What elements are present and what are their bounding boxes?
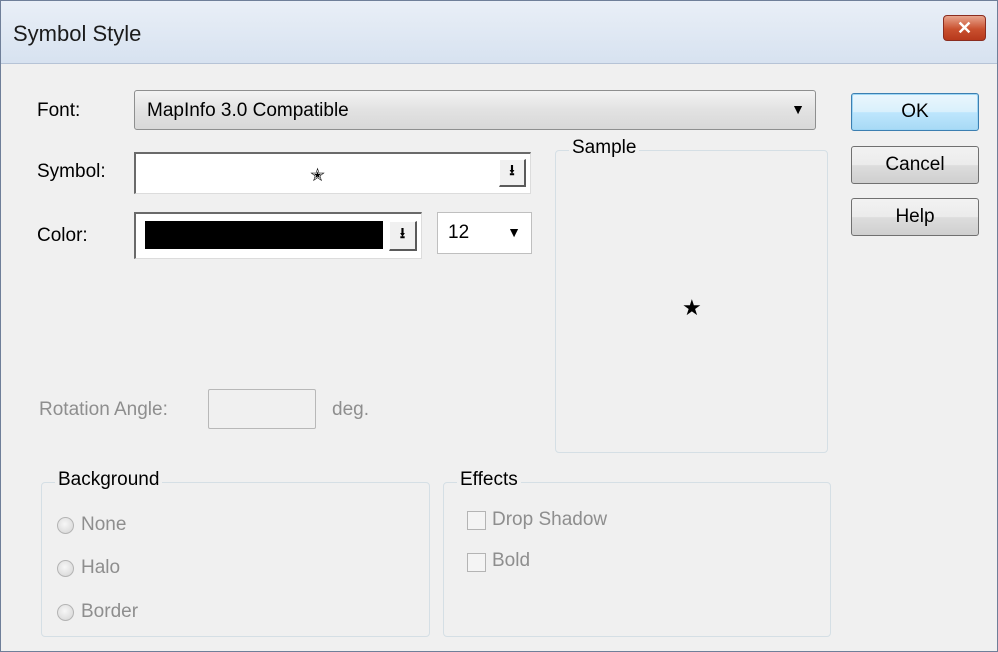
background-border-radio[interactable] [57,604,74,621]
background-halo-label: Halo [81,557,121,578]
bold-label: Bold [492,550,531,571]
cancel-button[interactable]: Cancel [851,146,979,184]
effects-group-title: Effects [457,469,521,491]
drop-shadow-checkbox[interactable] [467,511,486,530]
background-halo-radio[interactable] [57,560,74,577]
font-dropdown-value: MapInfo 3.0 Compatible [147,100,349,121]
rotation-angle-input[interactable] [208,389,316,429]
symbol-star-icon: ✭ [310,165,326,185]
font-label: Font: [37,100,81,121]
close-icon: ✕ [956,17,973,38]
size-dropdown[interactable]: 12 ▼ [437,212,532,254]
close-button[interactable]: ✕ [943,15,986,41]
chevron-down-icon: ▼ [507,224,521,240]
symbol-dropdown-button[interactable]: ⭳ [499,159,526,187]
color-label: Color: [37,225,88,246]
help-button-label: Help [895,206,935,227]
rotation-angle-label: Rotation Angle: [39,399,168,420]
dropdown-arrow-icon: ⭳ [399,225,406,242]
ok-button-label: OK [901,101,929,122]
dropdown-arrow-icon: ⭳ [509,162,515,179]
sample-group-title: Sample [569,137,640,159]
chevron-down-icon: ▼ [791,101,805,117]
color-dropdown-button[interactable]: ⭳ [389,221,417,251]
bold-checkbox[interactable] [467,553,486,572]
symbol-picker[interactable]: ✭ ⭳ [134,152,531,194]
sample-star-icon: ★ [682,295,702,320]
help-button[interactable]: Help [851,198,979,236]
cancel-button-label: Cancel [885,154,945,175]
font-dropdown[interactable]: MapInfo 3.0 Compatible ▼ [134,90,816,130]
ok-button[interactable]: OK [851,93,979,131]
background-border-label: Border [81,601,139,622]
symbol-label: Symbol: [37,161,106,182]
background-group-title: Background [55,469,163,491]
symbol-style-dialog: Symbol Style ✕ Font: MapInfo 3.0 Compati… [0,0,998,652]
color-picker[interactable]: ⭳ [134,212,422,259]
color-swatch [145,221,383,249]
background-none-label: None [81,514,127,535]
title-bar: Symbol Style ✕ [1,1,997,64]
dialog-title: Symbol Style [13,21,142,46]
rotation-unit-label: deg. [332,399,369,420]
background-none-radio[interactable] [57,517,74,534]
drop-shadow-label: Drop Shadow [492,509,608,530]
size-dropdown-value: 12 [448,222,470,243]
